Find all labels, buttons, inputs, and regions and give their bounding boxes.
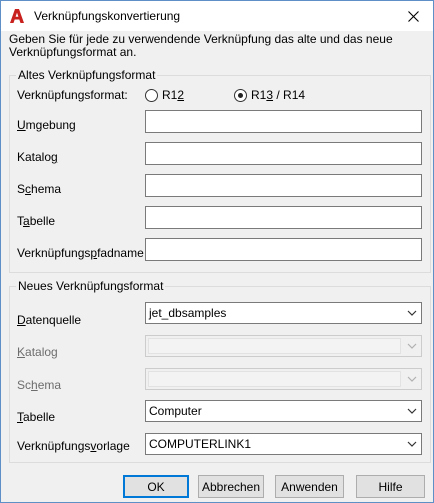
chevron-down-icon [407, 376, 417, 382]
dialog-window: Verknüpfungskonvertierung Geben Sie für … [0, 0, 434, 503]
vorlage-label: Verknüpfungsvorlage [17, 439, 130, 453]
old-tabelle-input[interactable] [145, 206, 422, 229]
vorlage-value: COMPUTERLINK1 [149, 437, 252, 451]
old-schema-label: Schema [17, 182, 62, 196]
old-format-legend: Altes Verknüpfungsformat [18, 68, 156, 82]
new-tabelle-value: Computer [149, 404, 202, 418]
radio-r13-r14-label: R13 / R14 [251, 88, 306, 102]
format-label: Verknüpfungsformat: [17, 88, 128, 102]
close-button[interactable] [393, 1, 433, 31]
datenquelle-select[interactable]: jet_dbsamples [145, 302, 422, 324]
intro-text: Geben Sie für jede zu verwendende Verknü… [9, 32, 393, 59]
new-schema-label: Schema [17, 378, 62, 392]
ok-button[interactable]: OK [123, 475, 189, 498]
umgebung-label: Umgebung [17, 118, 76, 132]
new-schema-disabled-area [148, 371, 401, 387]
pfadname-label: Verknüpfungspfadname [17, 246, 144, 260]
pfadname-input[interactable] [145, 238, 422, 261]
close-icon [407, 10, 419, 22]
cancel-button[interactable]: Abbrechen [198, 475, 264, 498]
new-tabelle-select[interactable]: Computer [145, 400, 422, 422]
new-tabelle-label: Tabelle [17, 410, 56, 424]
old-tabelle-label: Tabelle [17, 214, 56, 228]
apply-button[interactable]: Anwenden [275, 475, 344, 498]
chevron-down-icon [407, 441, 417, 447]
new-katalog-label: Katalog [17, 345, 58, 359]
autocad-app-icon [10, 9, 24, 23]
window-title: Verknüpfungskonvertierung [34, 9, 181, 23]
datenquelle-value: jet_dbsamples [149, 306, 227, 320]
old-katalog-label: Katalog [17, 150, 58, 164]
radio-r12[interactable]: R12 [145, 88, 184, 102]
new-schema-select[interactable] [145, 368, 422, 390]
vorlage-select[interactable]: COMPUTERLINK1 [145, 433, 422, 455]
chevron-down-icon [407, 310, 417, 316]
radio-r12-label: R12 [162, 88, 185, 102]
old-schema-input[interactable] [145, 174, 422, 197]
radio-r13-r14[interactable]: R13 / R14 [234, 88, 305, 102]
chevron-down-icon [407, 408, 417, 414]
help-button[interactable]: Hilfe [356, 475, 425, 498]
chevron-down-icon [407, 343, 417, 349]
radio-r13-r14-indicator[interactable] [234, 88, 247, 102]
umgebung-input[interactable] [145, 110, 422, 133]
new-format-legend: Neues Verknüpfungsformat [18, 279, 164, 293]
new-katalog-select[interactable] [145, 335, 422, 357]
new-katalog-disabled-area [148, 338, 401, 354]
datenquelle-label: Datenquelle [17, 313, 82, 327]
radio-r12-indicator[interactable] [145, 88, 158, 102]
old-katalog-input[interactable] [145, 142, 422, 165]
title-bar[interactable]: Verknüpfungskonvertierung [1, 1, 433, 31]
